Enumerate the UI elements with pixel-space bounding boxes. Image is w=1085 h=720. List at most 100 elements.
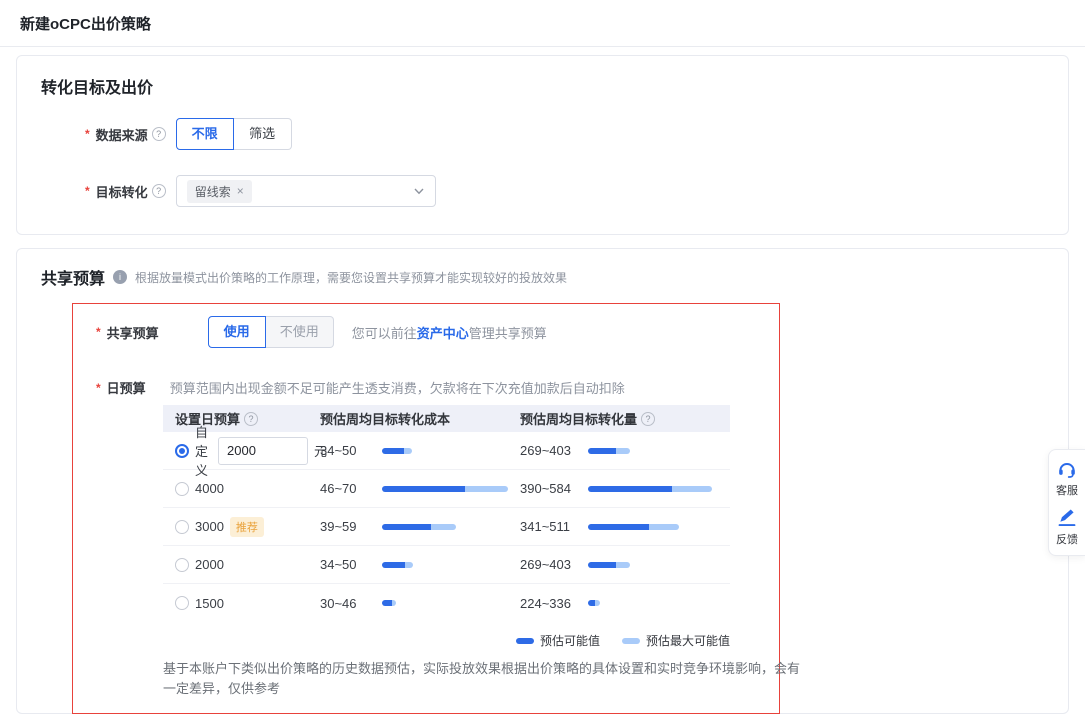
bar-segment-possible [588, 600, 595, 606]
page-header: 新建oCPC出价策略 [0, 0, 1085, 47]
info-icon: i [113, 270, 127, 284]
bar-segment-max-possible [431, 524, 456, 530]
question-icon[interactable]: ? [641, 412, 655, 426]
data-source-option-filter[interactable]: 筛选 [234, 118, 292, 150]
cost-cell: 30~46 [320, 596, 520, 611]
budget-option-cell: 自定义元 [163, 422, 320, 479]
shared-budget-segment: 使用 不使用 [208, 316, 334, 348]
target-conversion-label: 目标转化 [96, 182, 148, 201]
highlight-red-box: * 共享预算 使用 不使用 您可以前往资产中心管理共享预算 * 日预算 预算范围… [72, 303, 780, 714]
customer-service-label: 客服 [1056, 482, 1078, 498]
header-estimated-volume: 预估周均目标转化量 [520, 409, 637, 428]
bar-segment-max-possible [595, 600, 600, 606]
headset-icon [1057, 459, 1077, 479]
required-asterisk: * [85, 127, 90, 141]
budget-option-row: 1500 30~46224~336 [163, 584, 730, 622]
cost-cell: 34~50 [320, 443, 520, 458]
budget-option-label: 3000 [195, 519, 224, 534]
daily-budget-label-group: * 日预算 [96, 378, 146, 397]
volume-estimate-bar [588, 562, 630, 568]
volume-cell: 269~403 [520, 443, 730, 458]
bar-segment-max-possible [672, 486, 712, 492]
volume-range-value: 341~511 [520, 519, 588, 534]
target-conversion-label-group: * 目标转化 ? [85, 182, 166, 201]
legend-swatch-dark [516, 638, 534, 644]
budget-option-label: 自定义 [195, 422, 208, 479]
budget-radio[interactable] [175, 596, 189, 610]
page-title: 新建oCPC出价策略 [20, 13, 151, 34]
budget-option-cell: 3000 推荐 [163, 517, 320, 537]
bar-segment-max-possible [616, 448, 630, 454]
feedback-label: 反馈 [1056, 531, 1078, 547]
budget-radio[interactable] [175, 558, 189, 572]
feedback-button[interactable]: 反馈 [1056, 508, 1078, 547]
target-conversion-select[interactable]: 留线索 × [176, 175, 436, 207]
cost-estimate-bar [382, 524, 456, 530]
volume-estimate-bar [588, 448, 630, 454]
budget-option-cell: 1500 [163, 596, 320, 611]
cost-estimate-bar [382, 600, 396, 606]
customer-service-button[interactable]: 客服 [1056, 459, 1078, 498]
question-icon[interactable]: ? [152, 127, 166, 141]
conversion-tag-label: 留线索 [195, 183, 231, 200]
budget-table-body: 自定义元34~50269~403400046~70390~5843000推荐39… [163, 432, 730, 622]
budget-radio[interactable] [175, 482, 189, 496]
bar-legend: 预估可能值 预估最大可能值 [163, 632, 730, 649]
budget-option-cell: 4000 [163, 481, 320, 496]
cost-range-value: 34~50 [320, 557, 382, 572]
volume-cell: 390~584 [520, 481, 730, 496]
required-asterisk: * [96, 381, 101, 395]
budget-radio[interactable] [175, 444, 189, 458]
note-prefix: 您可以前往 [352, 326, 417, 341]
shared-budget-section-title: 共享预算 [41, 265, 105, 289]
asset-center-link[interactable]: 资产中心 [417, 326, 469, 341]
legend-swatch-light [622, 638, 640, 644]
recommend-badge: 推荐 [230, 517, 264, 537]
volume-estimate-bar [588, 524, 679, 530]
shared-budget-hint: 根据放量模式出价策略的工作原理，需要您设置共享预算才能实现较好的投放效果 [135, 269, 567, 286]
data-source-segment: 不限 筛选 [176, 118, 292, 150]
budget-option-label: 2000 [195, 557, 224, 572]
tag-close-icon[interactable]: × [237, 184, 244, 198]
bar-segment-possible [588, 486, 672, 492]
volume-cell: 269~403 [520, 557, 730, 572]
bar-segment-max-possible [616, 562, 630, 568]
conversion-section: 转化目标及出价 * 数据来源 ? 不限 筛选 * 目标转化 ? 留线索 × [16, 55, 1069, 235]
shared-budget-option-nouse[interactable]: 不使用 [266, 316, 334, 348]
volume-cell: 341~511 [520, 519, 730, 534]
budget-option-label: 1500 [195, 596, 224, 611]
budget-table: 设置日预算 ? 预估周均目标转化成本 预估周均目标转化量 ? 自定义元34~50… [163, 405, 730, 622]
budget-radio[interactable] [175, 520, 189, 534]
legend-item-possible: 预估可能值 [516, 632, 600, 649]
bar-segment-max-possible [392, 600, 396, 606]
cost-estimate-bar [382, 448, 412, 454]
bar-segment-max-possible [649, 524, 679, 530]
bar-segment-possible [588, 448, 616, 454]
conversion-tag: 留线索 × [187, 180, 252, 203]
conversion-section-title: 转化目标及出价 [41, 74, 1044, 98]
legend-label: 预估最大可能值 [646, 632, 730, 649]
cost-range-value: 34~50 [320, 443, 382, 458]
cost-range-value: 39~59 [320, 519, 382, 534]
bar-segment-possible [382, 486, 465, 492]
budget-option-row: 自定义元34~50269~403 [163, 432, 730, 470]
custom-budget-input[interactable] [218, 437, 308, 465]
cost-cell: 46~70 [320, 481, 520, 496]
question-icon[interactable]: ? [152, 184, 166, 198]
shared-budget-label-group: * 共享预算 [96, 323, 159, 342]
bar-segment-possible [382, 562, 405, 568]
shared-budget-option-use[interactable]: 使用 [208, 316, 266, 348]
volume-range-value: 224~336 [520, 596, 588, 611]
chevron-down-icon [413, 185, 425, 197]
legend-label: 预估可能值 [540, 632, 600, 649]
bar-segment-max-possible [405, 562, 413, 568]
header-estimated-cost: 预估周均目标转化成本 [320, 409, 450, 428]
note-suffix: 管理共享预算 [469, 326, 547, 341]
daily-budget-label: 日预算 [107, 378, 146, 397]
bar-segment-possible [382, 524, 431, 530]
data-source-label: 数据来源 [96, 125, 148, 144]
required-asterisk: * [96, 325, 101, 339]
data-source-option-unlimited[interactable]: 不限 [176, 118, 234, 150]
shared-budget-section: 共享预算 i 根据放量模式出价策略的工作原理，需要您设置共享预算才能实现较好的投… [16, 248, 1069, 714]
asset-center-note: 您可以前往资产中心管理共享预算 [352, 323, 547, 342]
